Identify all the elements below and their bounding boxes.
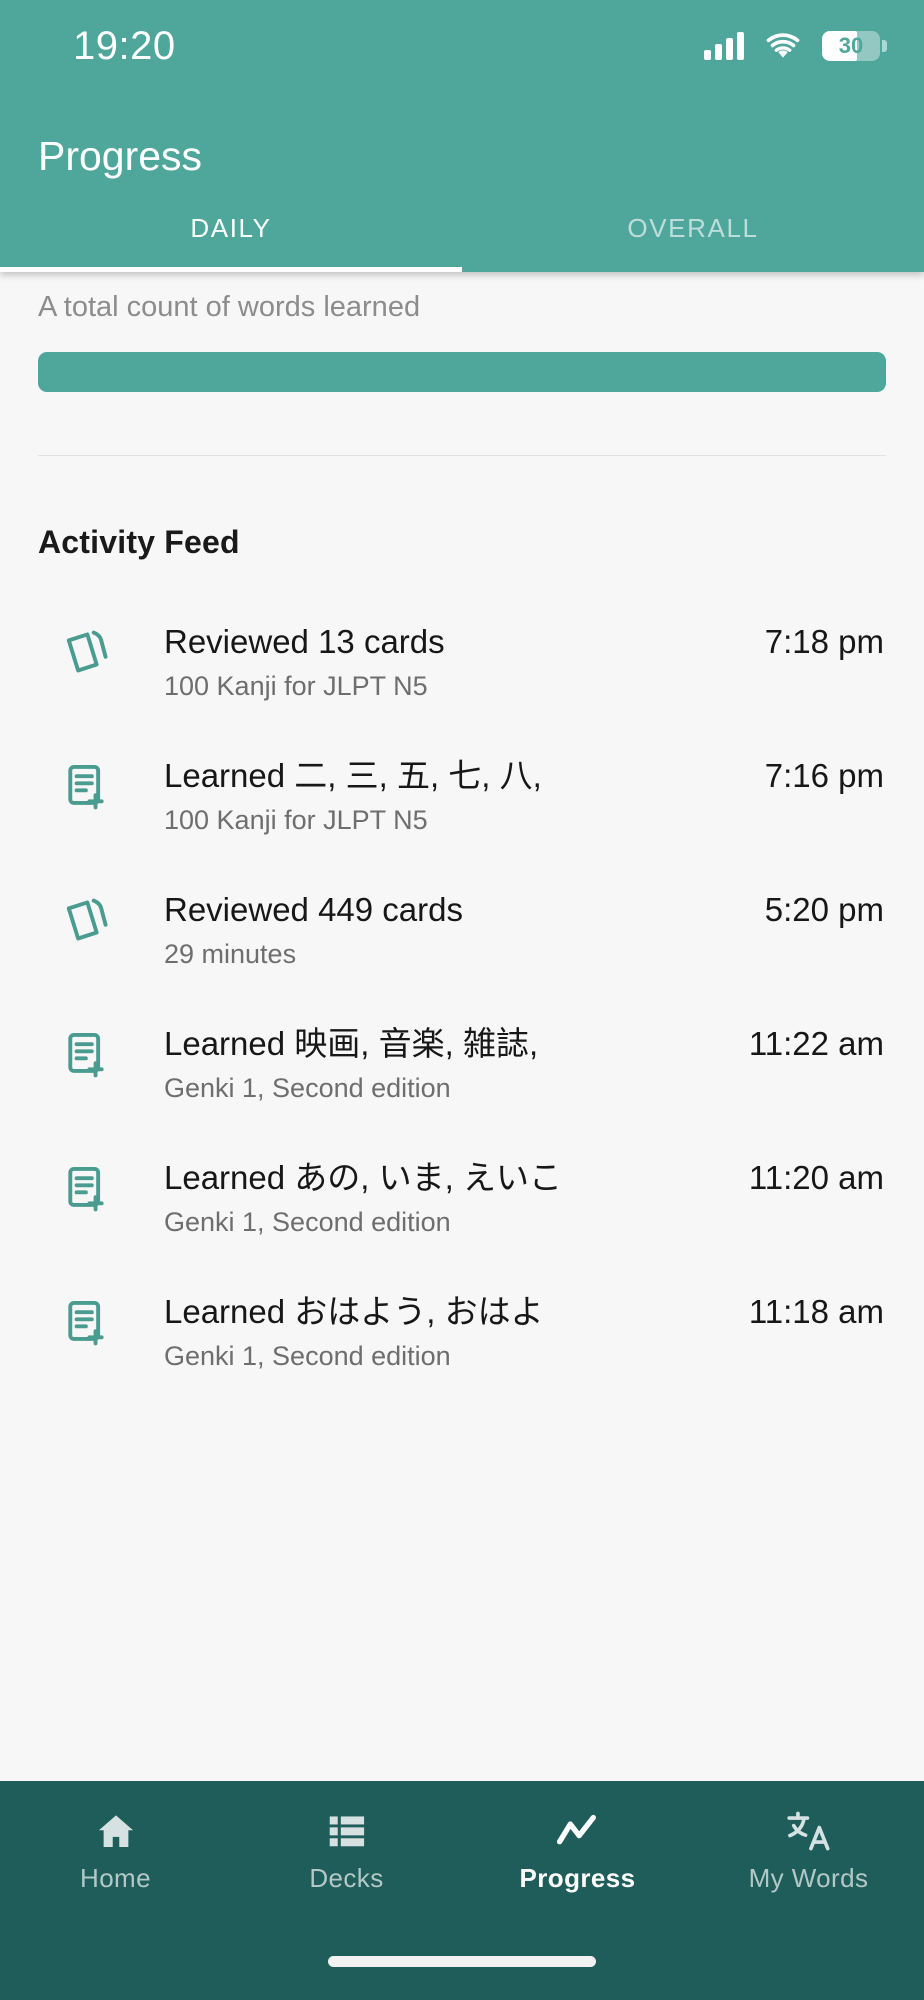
nav-label-decks: Decks — [309, 1862, 384, 1893]
activity-feed-item[interactable]: Learned あの, いま, えいこ 11:20 am Genki 1, Se… — [38, 1157, 886, 1291]
activity-feed-item-body: Learned 映画, 音楽, 雑誌, 11:22 am Genki 1, Se… — [140, 1023, 886, 1105]
nav-item-decks[interactable]: Decks — [231, 1810, 462, 1894]
activity-feed-item[interactable]: Reviewed 13 cards 7:18 pm 100 Kanji for … — [38, 621, 886, 755]
activity-subtitle: Genki 1, Second edition — [164, 1073, 451, 1104]
words-learned-bar — [38, 351, 886, 392]
activity-feed-list: Reviewed 13 cards 7:18 pm 100 Kanji for … — [38, 621, 886, 1425]
tab-overall[interactable]: OVERALL — [462, 184, 924, 272]
nav-label-progress: Progress — [519, 1862, 636, 1893]
note-add-icon — [62, 755, 140, 813]
active-tab-indicator — [0, 267, 462, 272]
home-indicator-area — [0, 1922, 924, 2000]
status-bar-icons: 30 — [704, 31, 887, 61]
activity-time: 11:20 am — [748, 1158, 884, 1196]
wifi-icon — [766, 33, 800, 59]
battery-icon: 30 — [822, 31, 887, 61]
nav-label-home: Home — [80, 1862, 151, 1893]
activity-heading: Learned 二, 三, 五, 七, 八, — [164, 756, 542, 794]
activity-feed-item[interactable]: Learned おはよう, おはよ 11:18 am Genki 1, Seco… — [38, 1291, 886, 1425]
activity-feed-item-body: Reviewed 13 cards 7:18 pm 100 Kanji for … — [140, 621, 886, 703]
scroll-content[interactable]: A total count of words learned Activity … — [0, 272, 924, 1781]
nav-label-my-words: My Words — [748, 1862, 869, 1893]
activity-subtitle: Genki 1, Second edition — [164, 1341, 451, 1372]
nav-item-my-words[interactable]: My Words — [693, 1810, 924, 1894]
chart-line-icon — [555, 1810, 601, 1852]
activity-subtitle: 100 Kanji for JLPT N5 — [164, 805, 428, 836]
app-bar: 19:20 30 Progress DAILY OVERALL — [0, 0, 924, 272]
cellular-signal-icon — [704, 32, 744, 60]
cards-stack-icon — [62, 889, 140, 947]
activity-feed-item[interactable]: Reviewed 449 cards 5:20 pm 29 minutes — [38, 889, 886, 1023]
activity-time: 5:20 pm — [764, 890, 884, 928]
activity-feed-item-body: Learned おはよう, おはよ 11:18 am Genki 1, Seco… — [140, 1291, 886, 1373]
activity-subtitle: 100 Kanji for JLPT N5 — [164, 671, 428, 702]
home-icon — [94, 1810, 138, 1852]
activity-time: 11:22 am — [748, 1024, 884, 1062]
activity-time: 11:18 am — [748, 1292, 884, 1330]
app-screen: 19:20 30 Progress DAILY OVERALL A total … — [0, 0, 924, 2000]
bottom-navigation-bar: Home Decks Progress My Words — [0, 1781, 924, 1922]
activity-feed-heading: Activity Feed — [38, 523, 240, 560]
status-bar-clock: 19:20 — [73, 23, 176, 68]
activity-time: 7:18 pm — [764, 622, 884, 660]
activity-heading: Reviewed 13 cards — [164, 622, 445, 660]
activity-subtitle: Genki 1, Second edition — [164, 1207, 451, 1238]
summary-label: A total count of words learned — [38, 291, 421, 323]
translate-icon — [786, 1810, 832, 1852]
activity-feed-item-body: Learned 二, 三, 五, 七, 八, 7:16 pm 100 Kanji… — [140, 755, 886, 837]
activity-heading: Learned 映画, 音楽, 雑誌, — [164, 1024, 539, 1062]
activity-heading: Reviewed 449 cards — [164, 890, 463, 928]
tab-daily[interactable]: DAILY — [0, 184, 462, 272]
note-add-icon — [62, 1157, 140, 1215]
note-add-icon — [62, 1023, 140, 1081]
activity-heading: Learned あの, いま, えいこ — [164, 1158, 562, 1196]
tab-bar: DAILY OVERALL — [0, 184, 924, 272]
home-indicator[interactable] — [328, 1955, 596, 1967]
battery-level-label: 30 — [838, 33, 864, 58]
status-bar: 19:20 30 — [0, 0, 924, 92]
list-icon — [326, 1810, 368, 1852]
activity-time: 7:16 pm — [764, 756, 884, 794]
activity-heading: Learned おはよう, おはよ — [164, 1292, 544, 1330]
page-title: Progress — [38, 133, 203, 179]
cards-stack-icon — [62, 621, 140, 679]
nav-item-progress[interactable]: Progress — [462, 1810, 693, 1894]
nav-item-home[interactable]: Home — [0, 1810, 231, 1894]
activity-feed-item-body: Reviewed 449 cards 5:20 pm 29 minutes — [140, 889, 886, 971]
activity-feed-item[interactable]: Learned 二, 三, 五, 七, 八, 7:16 pm 100 Kanji… — [38, 755, 886, 889]
activity-feed-item[interactable]: Learned 映画, 音楽, 雑誌, 11:22 am Genki 1, Se… — [38, 1023, 886, 1157]
activity-feed-item-body: Learned あの, いま, えいこ 11:20 am Genki 1, Se… — [140, 1157, 886, 1239]
note-add-icon — [62, 1291, 140, 1349]
activity-subtitle: 29 minutes — [164, 939, 297, 970]
